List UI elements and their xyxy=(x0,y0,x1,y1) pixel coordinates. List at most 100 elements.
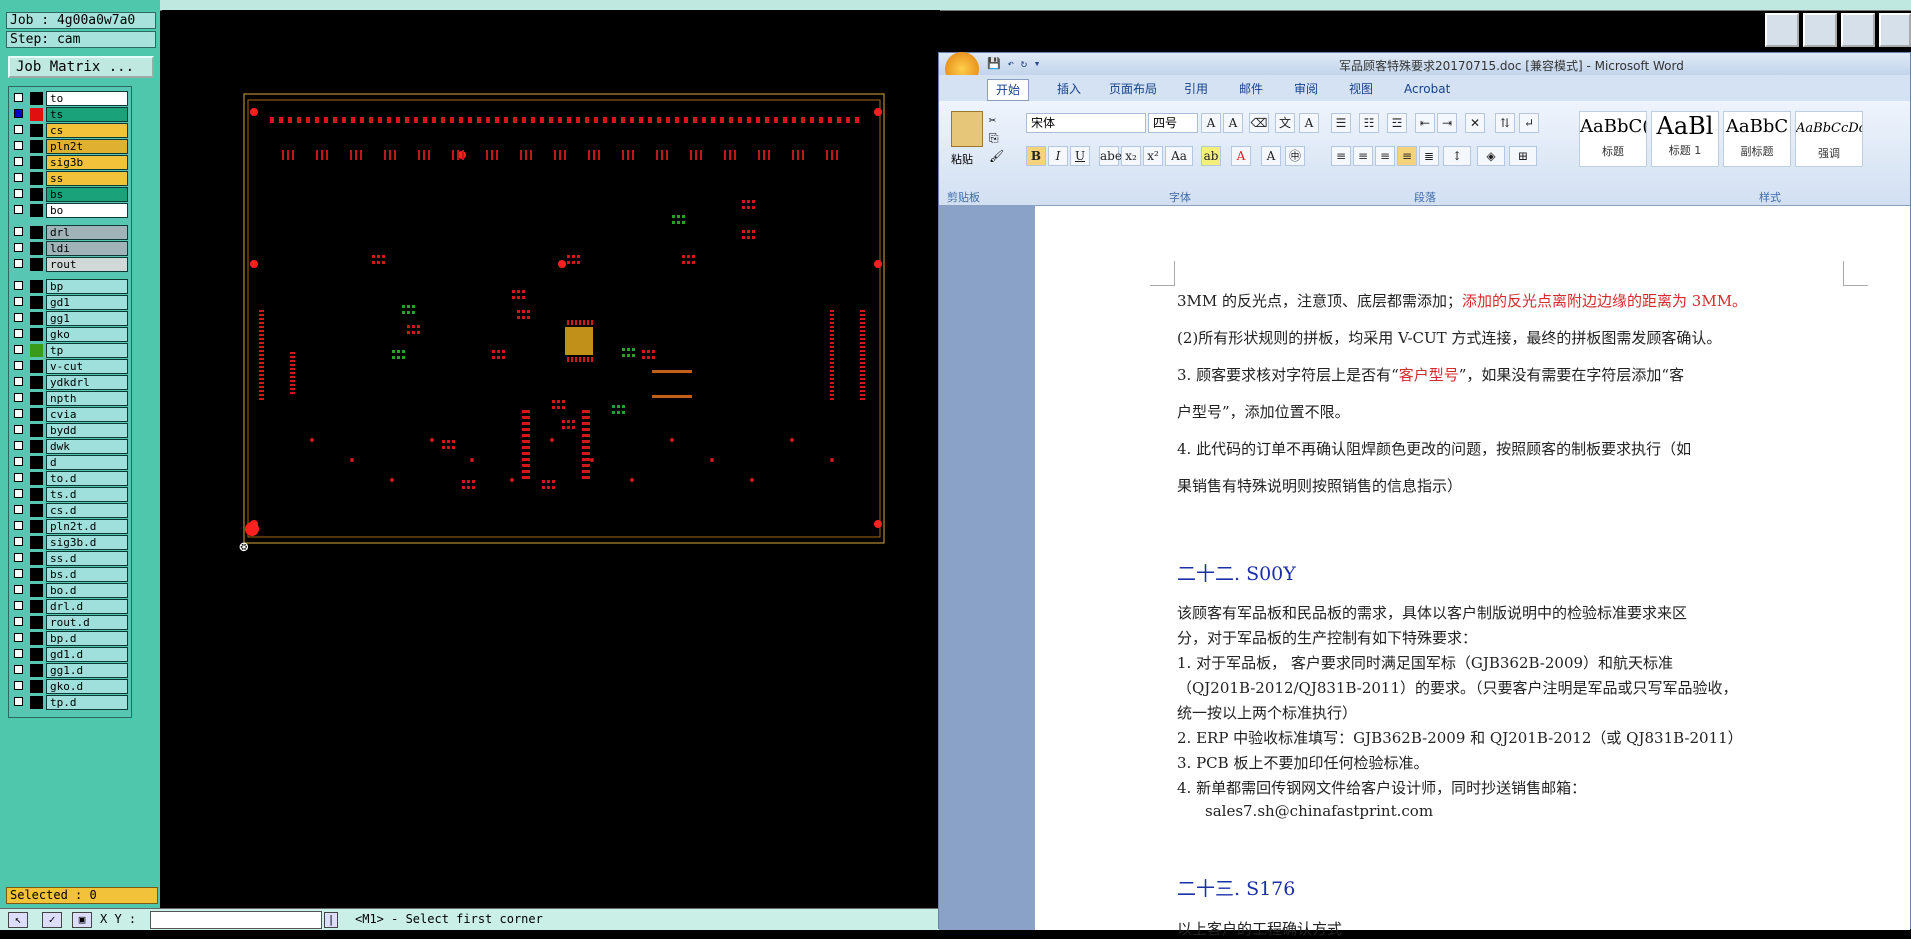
layer-row-ldi[interactable]: ldi xyxy=(9,241,133,256)
borders-icon[interactable]: ⊞ xyxy=(1509,146,1537,166)
upload-icon[interactable] xyxy=(1765,13,1799,47)
layer-name[interactable]: bo.d xyxy=(46,583,128,598)
layer-row-to[interactable]: to xyxy=(9,91,133,106)
layer-name[interactable]: ldi xyxy=(46,241,128,256)
underline-icon[interactable]: U xyxy=(1070,146,1090,166)
layer-checkbox[interactable] xyxy=(14,157,23,166)
layer-color-swatch[interactable] xyxy=(30,172,43,185)
layer-checkbox[interactable] xyxy=(14,681,23,690)
layer-checkbox[interactable] xyxy=(14,125,23,134)
layer-row-ss[interactable]: ss xyxy=(9,171,133,186)
layer-name[interactable]: sig3b xyxy=(46,155,128,170)
layer-color-swatch[interactable] xyxy=(30,108,43,121)
layer-color-swatch[interactable] xyxy=(30,376,43,389)
layer-name[interactable]: to.d xyxy=(46,471,128,486)
xy-input[interactable] xyxy=(150,911,322,929)
zoom-icon[interactable]: ↖ xyxy=(8,912,28,928)
layer-color-swatch[interactable] xyxy=(30,488,43,501)
layer-row-cs[interactable]: cs xyxy=(9,123,133,138)
layer-checkbox[interactable] xyxy=(14,489,23,498)
cut-copy-format-icons[interactable]: ✂ ⎘ 🖌 xyxy=(989,111,1004,165)
layer-color-swatch[interactable] xyxy=(30,140,43,153)
pcb-canvas[interactable]: ⊛ xyxy=(162,10,940,908)
shrink-font-icon[interactable]: A xyxy=(1223,113,1243,133)
layer-color-swatch[interactable] xyxy=(30,328,43,341)
layer-checkbox[interactable] xyxy=(14,505,23,514)
clear-format-icon[interactable]: ⌫ xyxy=(1249,113,1269,133)
layer-name[interactable]: gg1 xyxy=(46,311,128,326)
layer-name[interactable]: bydd xyxy=(46,423,128,438)
justify-icon[interactable]: ≡ xyxy=(1397,146,1417,166)
shading-icon[interactable]: ◈ xyxy=(1477,146,1505,166)
layer-name[interactable]: cvia xyxy=(46,407,128,422)
layer-checkbox[interactable] xyxy=(14,205,23,214)
layer-color-swatch[interactable] xyxy=(30,408,43,421)
layer-row-sig3b-d[interactable]: sig3b.d xyxy=(9,535,133,550)
layer-name[interactable]: npth xyxy=(46,391,128,406)
layer-name[interactable]: bs.d xyxy=(46,567,128,582)
layer-row-rout[interactable]: rout xyxy=(9,257,133,272)
layer-name[interactable]: ss xyxy=(46,171,128,186)
layer-row-drl[interactable]: drl xyxy=(9,225,133,240)
distribute-icon[interactable]: ≣ xyxy=(1419,146,1439,166)
layer-checkbox[interactable] xyxy=(14,109,23,118)
layer-row-bp-d[interactable]: bp.d xyxy=(9,631,133,646)
layer-row-to-d[interactable]: to.d xyxy=(9,471,133,486)
layer-name[interactable]: ts.d xyxy=(46,487,128,502)
quick-access-icon[interactable]: 💾 ↶ ↻ ▾ xyxy=(987,57,1040,70)
tab-view[interactable]: 视图 xyxy=(1349,79,1373,99)
layer-row-pln2t-d[interactable]: pln2t.d xyxy=(9,519,133,534)
line-spacing-icon[interactable]: ↕ xyxy=(1443,146,1471,166)
style-title[interactable]: AaBbC(标题 xyxy=(1579,111,1647,167)
layer-name[interactable]: gko.d xyxy=(46,679,128,694)
layer-color-swatch[interactable] xyxy=(30,258,43,271)
layer-name[interactable]: gd1.d xyxy=(46,647,128,662)
layer-name[interactable]: rout.d xyxy=(46,615,128,630)
layer-checkbox[interactable] xyxy=(14,393,23,402)
layer-name[interactable]: bp.d xyxy=(46,631,128,646)
layer-row-ydkdrl[interactable]: ydkdrl xyxy=(9,375,133,390)
layer-row-drl-d[interactable]: drl.d xyxy=(9,599,133,614)
sort-icon[interactable]: ⇅ xyxy=(1495,113,1515,133)
layer-row-v-cut[interactable]: v-cut xyxy=(9,359,133,374)
layer-name[interactable]: ts xyxy=(46,107,128,122)
change-case-icon[interactable]: Aa xyxy=(1165,146,1193,166)
layer-checkbox[interactable] xyxy=(14,377,23,386)
layer-color-swatch[interactable] xyxy=(30,92,43,105)
paste-icon[interactable] xyxy=(951,111,983,147)
layer-row-d[interactable]: d xyxy=(9,455,133,470)
tab-home[interactable]: 开始 xyxy=(987,79,1030,101)
style-subtitle[interactable]: AaBbC 副标题 xyxy=(1723,111,1791,167)
asian-layout-icon[interactable]: ✕ xyxy=(1465,113,1485,133)
layer-row-gd1[interactable]: gd1 xyxy=(9,295,133,310)
layer-checkbox[interactable] xyxy=(14,665,23,674)
layer-row-ts[interactable]: ts xyxy=(9,107,133,122)
layer-checkbox[interactable] xyxy=(14,345,23,354)
layer-name[interactable]: ydkdrl xyxy=(46,375,128,390)
layer-name[interactable]: rout xyxy=(46,257,128,272)
tab-review[interactable]: 审阅 xyxy=(1294,79,1318,99)
layer-name[interactable]: to xyxy=(46,91,128,106)
show-marks-icon[interactable]: ↵ xyxy=(1519,113,1539,133)
layer-name[interactable]: d xyxy=(46,455,128,470)
tab-insert[interactable]: 插入 xyxy=(1057,79,1081,99)
layer-color-swatch[interactable] xyxy=(30,424,43,437)
layer-name[interactable]: pln2t xyxy=(46,139,128,154)
grow-font-icon[interactable]: A xyxy=(1201,113,1221,133)
layer-color-swatch[interactable] xyxy=(30,584,43,597)
layer-row-gg1[interactable]: gg1 xyxy=(9,311,133,326)
layer-name[interactable]: gko xyxy=(46,327,128,342)
layer-name[interactable]: pln2t.d xyxy=(46,519,128,534)
layer-checkbox[interactable] xyxy=(14,649,23,658)
job-matrix-button[interactable]: Job Matrix ... xyxy=(8,56,154,78)
layer-checkbox[interactable] xyxy=(14,617,23,626)
layer-color-swatch[interactable] xyxy=(30,360,43,373)
layer-name[interactable]: drl xyxy=(46,225,128,240)
increase-indent-icon[interactable]: ⇥ xyxy=(1437,113,1457,133)
layer-color-swatch[interactable] xyxy=(30,156,43,169)
layer-color-swatch[interactable] xyxy=(30,632,43,645)
layer-row-gd1-d[interactable]: gd1.d xyxy=(9,647,133,662)
layer-row-cvia[interactable]: cvia xyxy=(9,407,133,422)
layer-row-ss-d[interactable]: ss.d xyxy=(9,551,133,566)
layer-row-dwk[interactable]: dwk xyxy=(9,439,133,454)
